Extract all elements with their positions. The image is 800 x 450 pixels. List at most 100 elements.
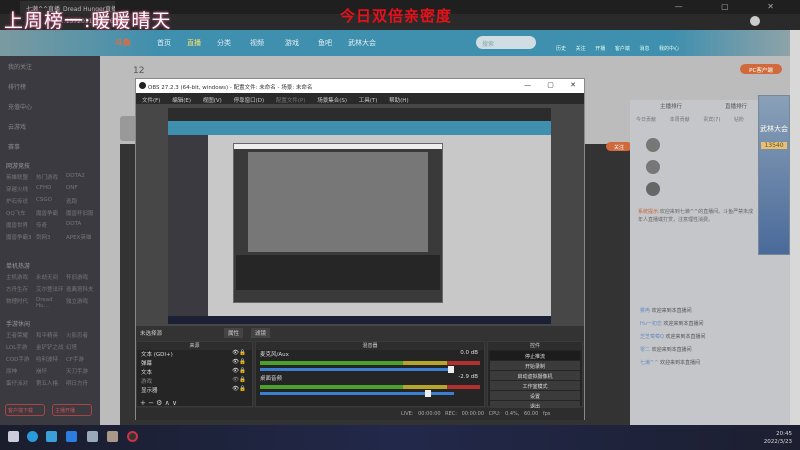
app-icon[interactable] [107,431,118,442]
nav-games[interactable]: 游戏 [285,38,299,48]
category-link[interactable]: 怀旧游戏 [66,273,96,285]
category-link[interactable]: 剑网3 [36,233,66,245]
category-link[interactable]: 穿越火线 [6,185,36,197]
category-link[interactable]: 英雄联盟 [6,173,36,185]
source-item[interactable]: 游戏 👁🔒 [137,377,252,386]
start-broadcast-button[interactable]: 主播开播 [52,404,92,416]
obs-preview[interactable] [136,104,584,326]
sidebar-item-cloud-game[interactable]: 云游戏 [8,122,26,131]
volume-slider-handle[interactable] [448,366,455,373]
category-link[interactable]: 崩坏 [36,367,66,379]
sidebar-item-events[interactable]: 赛事 [8,142,20,151]
app-icon[interactable] [66,431,77,442]
broadcast-link[interactable]: 开播 [595,46,605,52]
sidebar-item-following[interactable]: 我的关注 [8,62,32,71]
client-link[interactable]: 客户端 [615,46,630,52]
start-icon[interactable] [8,431,19,442]
stop-streaming-button[interactable]: 停止推流 [490,351,580,360]
category-link[interactable]: APEX英雄 [66,233,96,245]
nav-wulin[interactable]: 武林大会 [348,38,376,48]
pc-client-button[interactable]: PC客户端 [740,64,782,74]
profile-icon[interactable] [750,16,760,26]
category-link[interactable]: 炉石传说 [6,197,36,209]
nav-live[interactable]: 直播 [187,38,201,48]
app-icon[interactable] [46,431,57,442]
category-link[interactable]: QQ飞车 [6,209,36,221]
header-icons[interactable]: 历史 关注 开播 客户端 消息 我的中心 [556,45,679,52]
category-link[interactable]: 艾尔登法环 [36,285,66,297]
volume-slider[interactable] [260,390,454,397]
settings-button[interactable]: 设置 [490,391,580,400]
source-item[interactable]: 显示器 👁🔒 [137,386,252,395]
category-link[interactable]: 逃跑 [66,197,96,209]
tab-today[interactable]: 今日贡献 [636,117,656,123]
nav-category[interactable]: 分类 [217,38,231,48]
download-client-button[interactable]: 客户端下载 [5,404,45,416]
category-link[interactable]: 永劫无间 [36,273,66,285]
category-link[interactable]: Dread Hu... [36,297,66,309]
tab-diamond[interactable]: 钻粉 [734,117,744,123]
category-link[interactable]: 第五人格 [36,379,66,391]
category-link[interactable]: 物理时代 [6,297,36,309]
category-link[interactable]: 逃离塔科夫 [66,285,96,297]
studio-mode-button[interactable]: 工作室模式 [490,381,580,390]
steam-icon[interactable] [87,431,98,442]
edge-icon[interactable] [27,431,38,442]
follow-link[interactable]: 关注 [576,46,586,52]
contribution-tabs[interactable]: 今日贡献 本周贡献 贵宾(7) 钻粉 [636,116,744,123]
nav-yuba[interactable]: 鱼吧 [318,38,332,48]
category-link[interactable]: 明日方舟 [66,379,96,391]
category-link[interactable]: 火影忍者 [66,331,96,343]
obs-window-controls[interactable]: — ▢ ✕ [524,81,576,89]
category-link[interactable]: DOTA2 [66,173,96,185]
category-link[interactable]: 传奇 [36,221,66,233]
source-item[interactable]: 弹幕 👁🔒 [137,359,252,368]
nav-home[interactable]: 首页 [157,38,171,48]
category-link[interactable]: 蛋仔派对 [6,379,36,391]
category-link[interactable]: 金铲铲之战 [36,343,66,355]
sidebar-item-ranking[interactable]: 排行榜 [8,82,26,91]
category-link[interactable]: CSGO [36,197,66,209]
properties-button[interactable]: 属性 [224,328,244,338]
category-link[interactable]: LOL手游 [6,343,36,355]
source-item[interactable]: 文本 (GDI+) 👁🔒 [137,350,252,359]
category-link[interactable]: 热门游戏 [36,173,66,185]
source-toolbar[interactable]: + − ⚙ ∧ ∨ [137,399,252,407]
source-item[interactable]: 文本 👁🔒 [137,368,252,377]
category-link[interactable]: COD手游 [6,355,36,367]
category-link[interactable]: DNF [66,185,96,197]
search-input[interactable]: 搜索 [476,36,536,49]
volume-slider[interactable] [260,366,455,373]
start-recording-button[interactable]: 开始录制 [490,361,580,370]
page-scrollbar[interactable] [790,30,800,425]
category-link[interactable]: 哈利波特 [36,355,66,367]
streamer-rank-tab[interactable]: 主播排行 [660,102,682,110]
category-link[interactable]: 独立游戏 [66,297,96,309]
category-link[interactable]: DOTA [66,221,96,233]
category-link[interactable]: 天刀手游 [66,367,96,379]
category-link[interactable]: 方舟生存 [6,285,36,297]
messages-link[interactable]: 消息 [639,46,649,52]
my-center-link[interactable]: 我的中心 [659,46,679,52]
category-link[interactable]: 魔兽世界 [6,221,36,233]
system-clock[interactable]: 20:45 2022/3/23 [764,430,792,446]
tab-week[interactable]: 本周贡献 [670,117,690,123]
obs-icon[interactable] [127,431,138,442]
nav-video[interactable]: 视频 [250,38,264,48]
filters-button[interactable]: 滤镜 [251,328,271,338]
site-logo[interactable]: 斗鱼 [115,37,131,48]
category-link[interactable]: CF手游 [66,355,96,367]
event-banner[interactable]: 武林大会 13540 [758,95,790,255]
window-controls[interactable]: — ▢ ✕ [675,2,792,11]
live-rank-tab[interactable]: 直播排行 [725,102,747,110]
category-link[interactable]: 魔兽怀旧服 [66,209,96,221]
category-link[interactable]: 幻塔 [66,343,96,355]
follow-button[interactable]: 关注 [606,142,632,151]
tab-vip[interactable]: 贵宾(7) [703,117,720,123]
category-link[interactable]: 王者荣耀 [6,331,36,343]
volume-slider-handle[interactable] [424,390,431,397]
sidebar-item-recharge[interactable]: 充值中心 [8,102,32,111]
category-link[interactable]: CFHD [36,185,66,197]
category-link[interactable]: 和平精英 [36,331,66,343]
history-link[interactable]: 历史 [556,46,566,52]
